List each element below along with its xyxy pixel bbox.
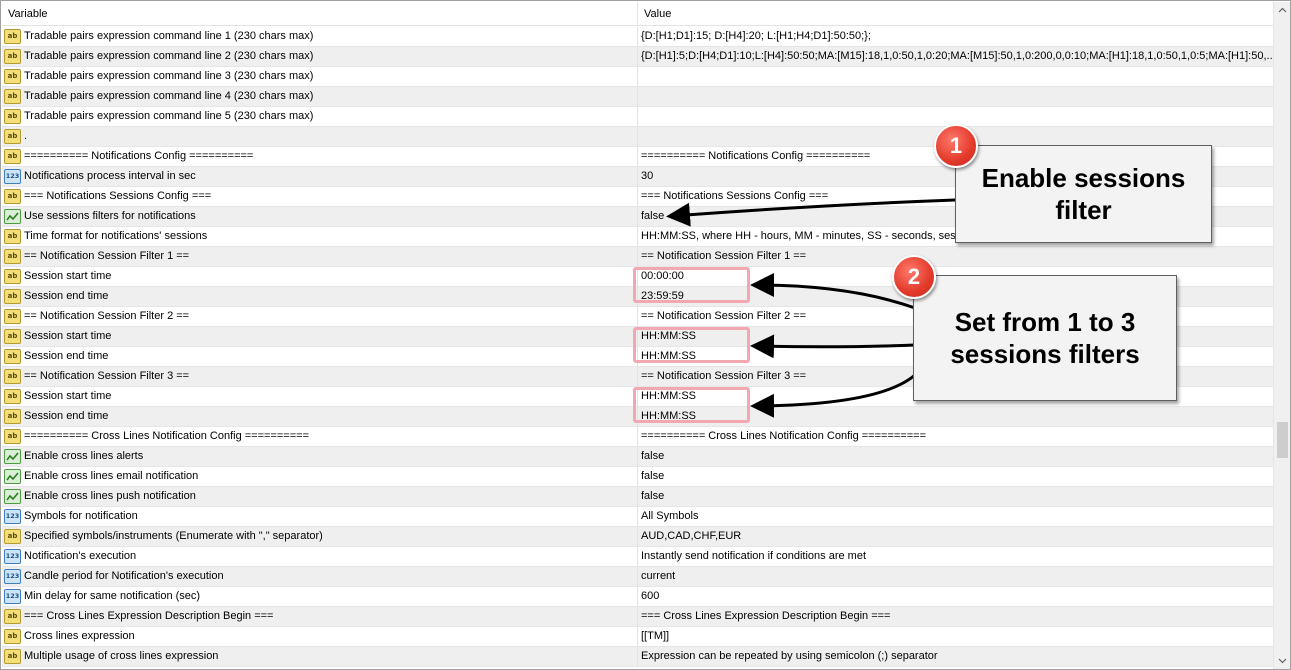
arrow-to-sessions-filter-value bbox=[666, 198, 956, 227]
callout-set-sessions-filters: Set from 1 to 3 sessions filters bbox=[913, 275, 1177, 401]
callout-1-number-badge: 1 bbox=[934, 124, 978, 168]
arrow-to-session-filter-3 bbox=[750, 373, 916, 418]
callout-2-line-2: sessions filters bbox=[950, 339, 1140, 369]
arrow-to-session-filter-1 bbox=[750, 273, 916, 310]
arrow-to-session-filter-2 bbox=[750, 334, 916, 359]
callout-enable-sessions-filter: Enable sessions filter bbox=[955, 145, 1212, 243]
callout-2-line-1: Set from 1 to 3 bbox=[954, 307, 1136, 337]
callout-1-line-1: Enable sessions bbox=[981, 163, 1186, 193]
callout-1-line-2: filter bbox=[1055, 195, 1112, 225]
callout-2-number-badge: 2 bbox=[892, 255, 936, 299]
